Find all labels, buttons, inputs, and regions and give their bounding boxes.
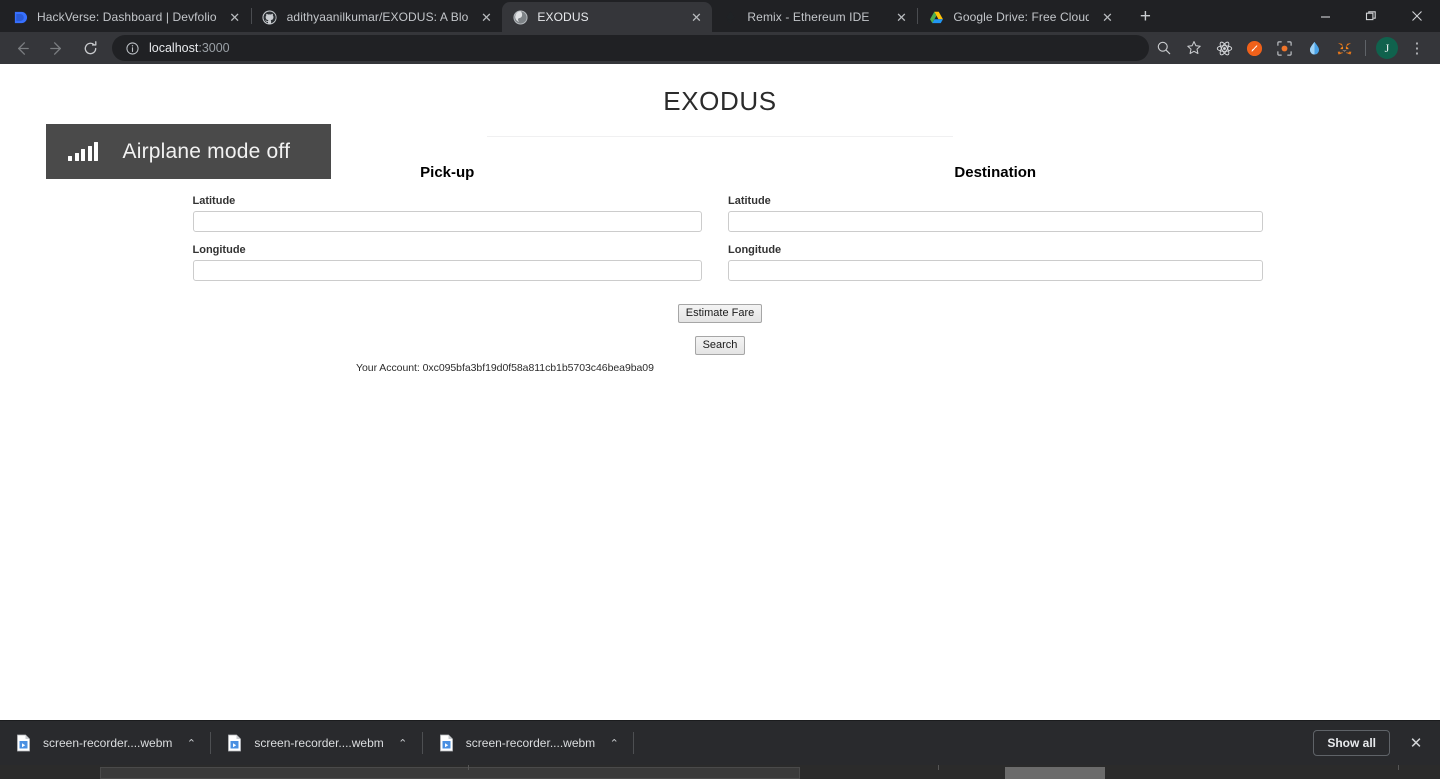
signal-bars-icon <box>68 142 101 161</box>
github-icon <box>262 9 278 25</box>
chrome-menu-icon[interactable]: ⋮ <box>1404 35 1430 61</box>
download-shelf: screen-recorder....webm ⌃ screen-recorde… <box>0 720 1440 765</box>
url-text: localhost:3000 <box>149 41 230 55</box>
toast-message: Airplane mode off <box>122 139 291 163</box>
toolbar-divider <box>1365 40 1366 56</box>
water-drop-icon[interactable] <box>1301 35 1327 61</box>
tab-github-exodus[interactable]: adithyaanilkumar/EXODUS: A Blo ✕ <box>252 2 503 32</box>
tab-label: EXODUS <box>537 10 589 24</box>
show-all-downloads-button[interactable]: Show all <box>1313 730 1390 756</box>
search-button[interactable]: Search <box>694 336 746 356</box>
screenshot-icon[interactable] <box>1271 35 1297 61</box>
account-address: Your Account: 0xc095bfa3bf19d0f58a811cb1… <box>356 362 654 375</box>
address-bar[interactable]: localhost:3000 <box>112 35 1149 61</box>
url-host: localhost <box>149 41 199 55</box>
tab-exodus[interactable]: EXODUS ✕ <box>502 2 713 32</box>
tab-remix-ide[interactable]: Remix - Ethereum IDE ✕ <box>712 2 917 32</box>
url-port: :3000 <box>198 41 230 55</box>
chevron-up-icon[interactable]: ⌃ <box>396 737 410 750</box>
chevron-up-icon[interactable]: ⌃ <box>607 737 621 750</box>
maximize-restore-button[interactable] <box>1348 0 1394 32</box>
pickup-latitude-input[interactable] <box>192 211 702 232</box>
webm-file-icon <box>16 734 31 752</box>
close-icon[interactable]: ✕ <box>686 7 706 27</box>
download-filename: screen-recorder....webm <box>43 736 173 750</box>
back-icon[interactable] <box>8 34 36 62</box>
close-icon[interactable]: ✕ <box>1097 7 1117 27</box>
estimate-fare-button[interactable]: Estimate Fare <box>677 304 763 324</box>
taskbar-tick <box>938 765 939 770</box>
brave-rewards-icon[interactable] <box>1241 35 1267 61</box>
os-taskbar <box>0 765 1440 779</box>
globe-icon <box>512 9 528 25</box>
tab-label: Remix - Ethereum IDE <box>747 10 870 24</box>
close-icon[interactable]: ✕ <box>225 7 245 27</box>
destination-heading: Destination <box>954 164 1037 181</box>
close-window-button[interactable] <box>1394 0 1440 32</box>
page-viewport: Airplane mode off EXODUS Pick-up Latitud… <box>0 64 1440 720</box>
browser-window: HackVerse: Dashboard | Devfolio ✕ adithy… <box>0 0 1440 779</box>
taskbar-tick <box>1398 765 1399 770</box>
destination-latitude-label: Latitude <box>728 195 771 207</box>
ethereum-icon <box>722 9 738 25</box>
download-separator <box>633 732 635 754</box>
search-row: Search <box>0 336 1440 356</box>
new-tab-button[interactable]: + <box>1131 3 1159 31</box>
react-devtools-icon[interactable] <box>1211 35 1237 61</box>
chevron-up-icon[interactable]: ⌃ <box>184 737 198 750</box>
taskbar-window[interactable] <box>100 767 800 779</box>
destination-longitude-label: Longitude <box>728 244 782 256</box>
close-icon[interactable]: ✕ <box>891 7 911 27</box>
avatar[interactable]: J <box>1376 37 1398 59</box>
tab-label: Google Drive: Free Cloud Storage <box>953 10 1090 24</box>
metamask-fox-icon[interactable] <box>1331 35 1357 61</box>
pickup-longitude-label: Longitude <box>192 244 246 256</box>
exodus-app: EXODUS Pick-up Latitude Longitude Destin… <box>0 64 1440 374</box>
window-controls <box>1302 0 1440 32</box>
booking-form: Pick-up Latitude Longitude Destination L… <box>178 137 1263 281</box>
download-item[interactable]: screen-recorder....webm ⌃ <box>6 728 204 758</box>
destination-longitude-input[interactable] <box>728 260 1263 281</box>
tab-google-drive[interactable]: Google Drive: Free Cloud Storage ✕ <box>918 2 1123 32</box>
minimize-button[interactable] <box>1302 0 1348 32</box>
taskbar-tick <box>468 765 469 770</box>
devfolio-icon <box>12 9 28 25</box>
search-icon[interactable] <box>1151 35 1177 61</box>
tab-label: adithyaanilkumar/EXODUS: A Blo <box>286 10 469 24</box>
tab-hackverse[interactable]: HackVerse: Dashboard | Devfolio ✕ <box>2 2 251 32</box>
google-drive-icon <box>928 9 944 25</box>
shelf-actions: Show all ✕ <box>1313 729 1430 757</box>
download-item[interactable]: screen-recorder....webm ⌃ <box>217 728 415 758</box>
browser-toolbar: localhost:3000 J ⋮ <box>0 32 1440 64</box>
taskbar-window-active[interactable] <box>1005 767 1105 779</box>
destination-latitude-input[interactable] <box>728 211 1263 232</box>
download-separator <box>421 732 423 754</box>
tab-strip: HackVerse: Dashboard | Devfolio ✕ adithy… <box>0 0 1440 32</box>
site-info-icon[interactable] <box>124 40 140 56</box>
webm-file-icon <box>227 734 242 752</box>
bookmark-star-icon[interactable] <box>1181 35 1207 61</box>
reload-icon[interactable] <box>76 34 104 62</box>
forward-icon[interactable] <box>42 34 70 62</box>
download-separator <box>210 732 212 754</box>
close-icon[interactable]: ✕ <box>476 7 496 27</box>
omnibox-actions <box>1149 35 1209 61</box>
close-shelf-icon[interactable]: ✕ <box>1402 729 1430 757</box>
pickup-latitude-label: Latitude <box>192 195 236 207</box>
tab-label: HackVerse: Dashboard | Devfolio <box>37 10 217 24</box>
download-item[interactable]: screen-recorder....webm ⌃ <box>429 728 627 758</box>
estimate-fare-row: Estimate Fare <box>0 304 1440 324</box>
page-title: EXODUS <box>663 86 777 116</box>
download-filename: screen-recorder....webm <box>465 736 596 750</box>
pickup-longitude-input[interactable] <box>192 260 702 281</box>
destination-column: Destination Latitude Longitude <box>720 137 1263 281</box>
airplane-mode-toast: Airplane mode off <box>46 124 331 179</box>
webm-file-icon <box>439 734 454 752</box>
download-filename: screen-recorder....webm <box>254 736 384 750</box>
